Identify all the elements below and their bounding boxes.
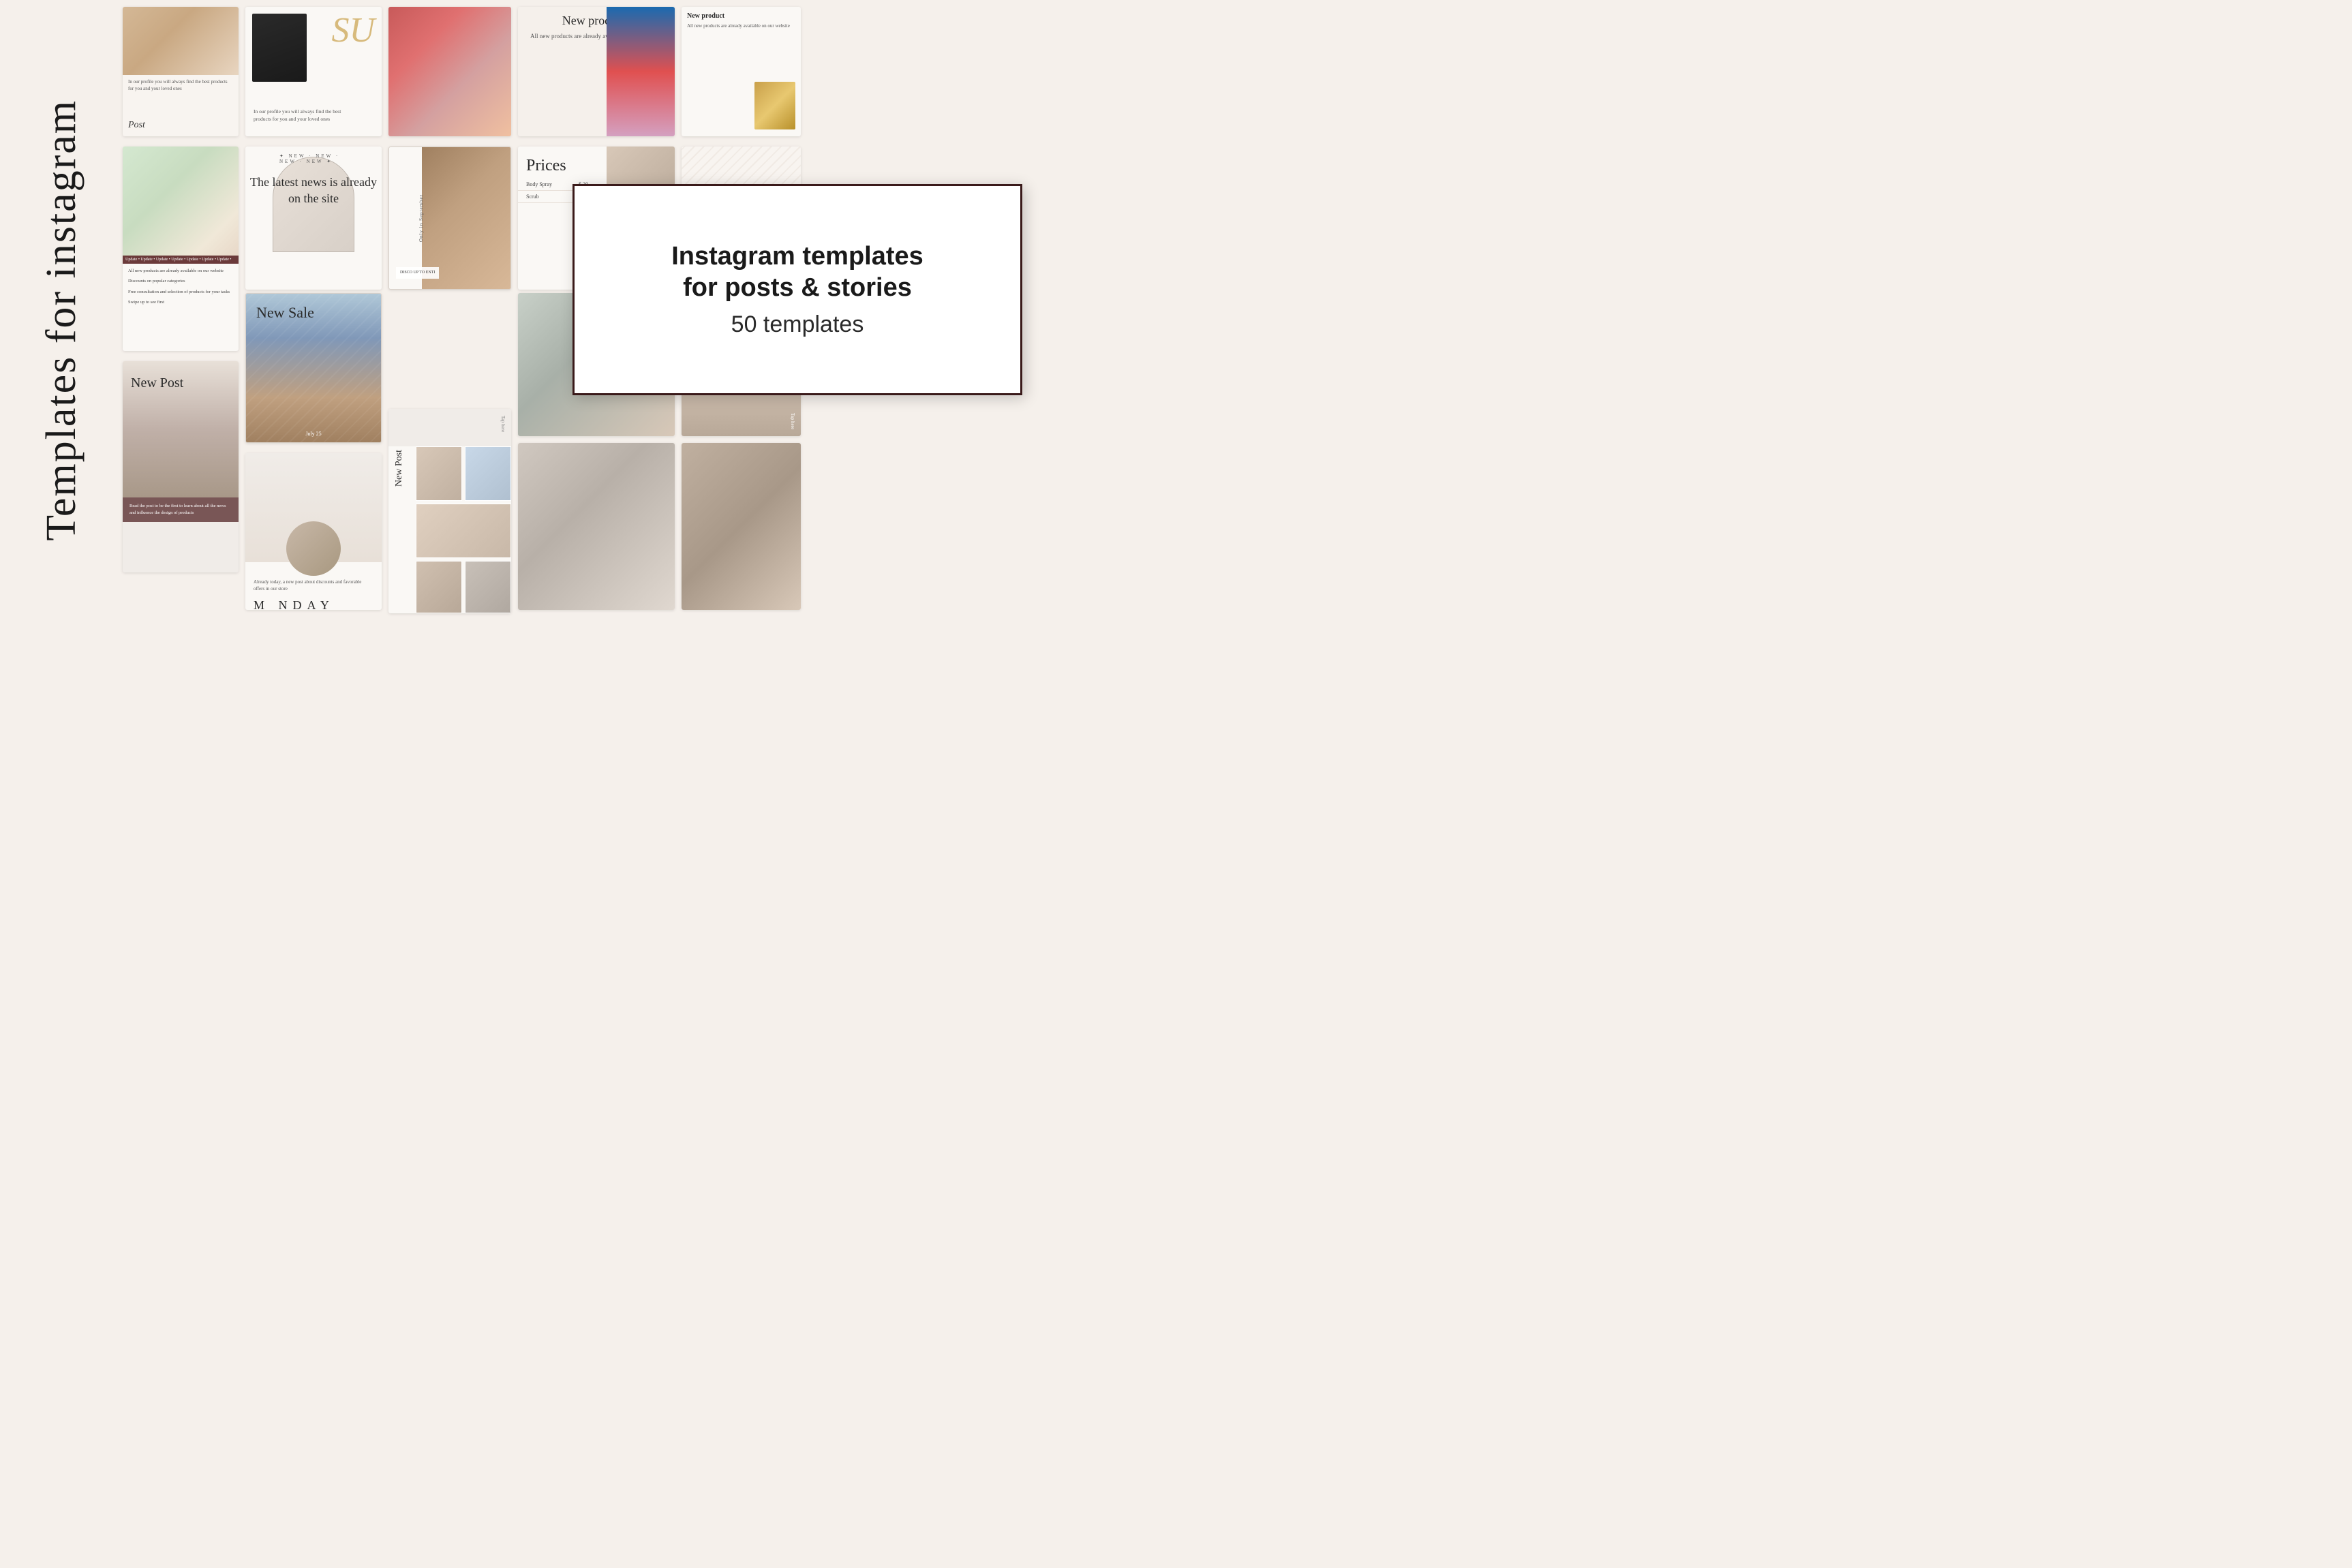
tap-here-label-2: Tap here: [790, 413, 795, 429]
gold-box: [754, 82, 795, 129]
new-bottom-right-photo: [682, 443, 801, 610]
template-grid: Post In our profile you will always find…: [109, 0, 941, 627]
post-label: Post: [128, 120, 145, 131]
tap-here-label: Tap here: [500, 416, 506, 432]
overlay-promo-box: Instagram templates for posts & stories …: [572, 184, 1022, 395]
collage-cell-4: [416, 561, 462, 613]
collage-cell-1: [416, 446, 462, 501]
card-september[interactable]: Only in September DISCO UP TO ENTI: [388, 147, 511, 290]
new-post-photo: New Post: [123, 361, 239, 497]
flowers-photo: [388, 7, 511, 136]
disco-text: DISCO UP TO ENTI: [400, 270, 435, 276]
monday-photo: [245, 453, 382, 562]
price-item-1-name: Body Spray: [526, 181, 552, 187]
price-item-2-name: Scrub: [526, 194, 539, 200]
collage-cell-2: [465, 446, 511, 501]
overlay-main-title: Instagram templates for posts & stories: [658, 241, 937, 303]
left-title: Templates for instagram: [7, 20, 116, 620]
update-item-2: Discounts on popular categories: [128, 278, 233, 285]
overlay-line2: for posts & stories: [683, 273, 912, 302]
collage-grid: [416, 446, 511, 613]
su-text: SU: [331, 10, 375, 50]
post-story-photo: [123, 7, 239, 75]
update-item-3: Free consultation and selection of produ…: [128, 289, 233, 296]
collage-top: [388, 409, 511, 446]
new-post-vertical-label: New Post: [394, 450, 405, 487]
new-product-right-title: New product: [682, 7, 801, 22]
update-item-1: All new products are already available o…: [128, 268, 233, 275]
card-coffee-notebook[interactable]: [518, 443, 675, 610]
update-body: All new products are already available o…: [123, 264, 239, 311]
card-su[interactable]: SU In our profile you will always find t…: [245, 7, 382, 136]
card-new-product-right[interactable]: New product All new products are already…: [682, 7, 801, 136]
card-latest-news[interactable]: ✦ NEW · NEW · NEW · NEW ✦ The latest new…: [245, 147, 382, 290]
card-update[interactable]: Update • Update • Update • Update • Upda…: [123, 147, 239, 351]
post-story-body: In our profile you will always find the …: [123, 75, 239, 97]
card-monday[interactable]: Already today, a new post about discount…: [245, 453, 382, 610]
update-flowers-photo: [123, 147, 239, 256]
card-new-bottom-right[interactable]: [682, 443, 801, 610]
new-product-right-body: All new products are already available o…: [682, 22, 801, 30]
new-post-body: Read the post to be the first to learn a…: [129, 503, 232, 517]
card-new-post-collage[interactable]: Tap here New Post: [388, 409, 511, 613]
new-sale-title: New Sale: [256, 304, 314, 322]
new-sale-date: July 25: [246, 431, 381, 437]
collage-cell-3: [416, 504, 511, 558]
overlay-line1: Instagram templates: [671, 242, 923, 271]
monday-title: M NDAY: [245, 598, 382, 610]
overlay-sub-title: 50 templates: [731, 311, 864, 338]
left-title-text: Templates for instagram: [40, 99, 82, 541]
card-post-story[interactable]: Post In our profile you will always find…: [123, 7, 239, 136]
september-label: Only in September: [418, 194, 424, 242]
coffee-notebook-photo: [518, 443, 675, 610]
card-new-post-tall[interactable]: New Post Read the post to be the first t…: [123, 361, 239, 572]
card-flowers[interactable]: [388, 7, 511, 136]
card-new-sale[interactable]: New Sale July 25: [245, 293, 382, 443]
coffee-circle: [286, 521, 341, 576]
su-dark-package: [252, 14, 307, 82]
latest-news-text: The latest news is already on the site: [245, 174, 382, 207]
new-post-title-area: New Post: [131, 375, 183, 391]
september-discount: DISCO UP TO ENTI: [396, 267, 439, 279]
su-body: In our profile you will always find the …: [254, 108, 349, 123]
update-bar: Update • Update • Update • Update • Upda…: [123, 256, 239, 264]
collage-cell-5: [465, 561, 511, 613]
new-products-photo: [607, 7, 675, 136]
new-circle-text: ✦ NEW · NEW · NEW · NEW ✦: [279, 153, 348, 164]
new-post-bottom: Read the post to be the first to learn a…: [123, 497, 239, 522]
card-new-products[interactable]: New products All new products are alread…: [518, 7, 675, 136]
update-item-4: Swipe up to see first: [128, 299, 233, 306]
new-post-title: New Post: [131, 375, 183, 391]
